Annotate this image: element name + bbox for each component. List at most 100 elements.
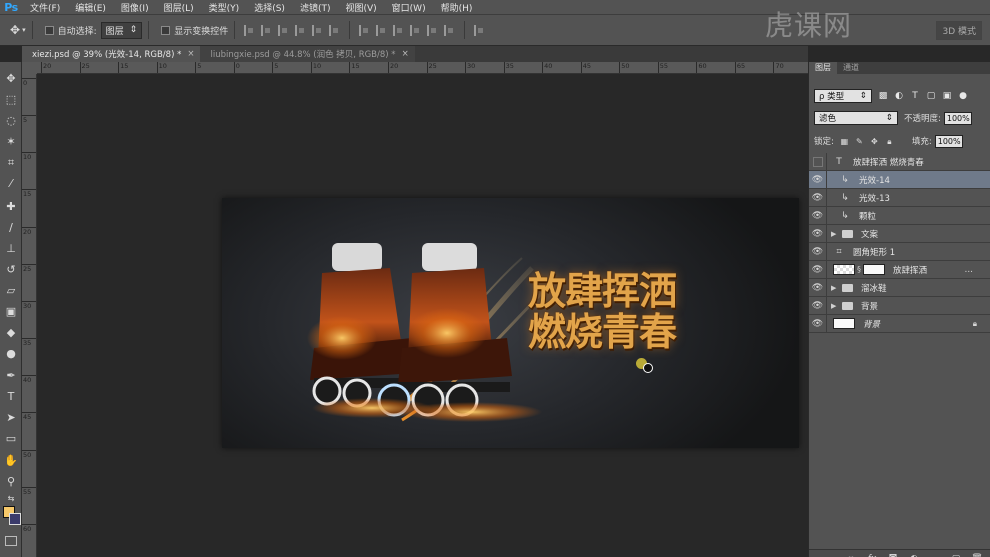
distribute-hcenter-icon[interactable] [427, 24, 438, 36]
vertical-ruler[interactable]: 0 5 10 15 20 25 30 35 40 45 50 55 60 [22, 74, 37, 557]
new-group-icon[interactable]: ▬ [929, 554, 941, 557]
quick-select-tool-icon[interactable]: ✶ [2, 133, 20, 150]
menu-select[interactable]: 选择(S) [246, 1, 292, 14]
align-left-icon[interactable] [295, 24, 306, 36]
layer-row[interactable]: 👁︎ ⌗ 圆角矩形 1 [809, 242, 990, 261]
close-icon[interactable]: × [402, 49, 409, 59]
swap-colors-icon[interactable]: ⇆ [2, 490, 20, 507]
visibility-toggle[interactable] [809, 152, 827, 171]
auto-align-icon[interactable] [474, 24, 485, 36]
lasso-tool-icon[interactable]: ◌ [2, 112, 20, 129]
menu-layer[interactable]: 图层(L) [156, 1, 201, 14]
blend-mode-dropdown[interactable]: 滤色 ⇕ [814, 111, 898, 125]
link-layers-icon[interactable]: ∞ [845, 554, 857, 557]
path-select-tool-icon[interactable]: ➤ [2, 409, 20, 426]
lock-all-icon[interactable]: 🔒︎ [885, 137, 894, 146]
brush-tool-icon[interactable]: ∕ [2, 219, 20, 236]
expand-arrow-icon[interactable]: ▶ [831, 302, 839, 310]
close-icon[interactable]: × [187, 49, 194, 59]
distribute-right-icon[interactable] [444, 24, 455, 36]
document-canvas[interactable]: 放肆挥洒 燃烧青春 [222, 198, 799, 448]
expand-arrow-icon[interactable]: ▶ [831, 230, 839, 238]
adjustment-filter-icon[interactable]: ◐ [894, 91, 904, 101]
expand-arrow-icon[interactable]: ▶ [831, 284, 839, 292]
eye-icon[interactable]: 👁︎ [809, 314, 827, 333]
fill-input[interactable]: 100% [934, 134, 963, 148]
auto-select-target-dropdown[interactable]: 图层 ⇕ [100, 21, 143, 39]
type-filter-icon[interactable]: T [910, 91, 920, 101]
lock-position-icon[interactable]: ✥ [870, 137, 879, 146]
distribute-left-icon[interactable] [410, 24, 421, 36]
trash-icon[interactable]: 🗑︎ [971, 554, 983, 557]
menu-filter[interactable]: 滤镜(T) [292, 1, 338, 14]
tab-layers[interactable]: 图层 [809, 62, 837, 74]
dodge-tool-icon[interactable]: ● [2, 345, 20, 362]
eye-icon[interactable]: 👁︎ [809, 242, 827, 261]
hand-tool-icon[interactable]: ✋ [2, 452, 20, 469]
align-bottom-icon[interactable] [278, 24, 289, 36]
menu-file[interactable]: 文件(F) [22, 1, 67, 14]
align-hcenter-icon[interactable] [312, 24, 323, 36]
gradient-tool-icon[interactable]: ▣ [2, 303, 20, 320]
layer-row[interactable]: T 放肆挥洒 燃烧青春 [809, 152, 990, 171]
marquee-tool-icon[interactable]: ⬚ [2, 91, 20, 108]
filter-toggle-icon[interactable]: ● [958, 91, 968, 101]
auto-select-checkbox[interactable]: 自动选择: [44, 24, 97, 37]
menu-edit[interactable]: 编辑(E) [67, 1, 113, 14]
layer-row[interactable]: 👁︎ ▶ 背景 [809, 296, 990, 315]
eraser-tool-icon[interactable]: ▱ [2, 282, 20, 299]
align-top-icon[interactable] [244, 24, 255, 36]
mask-thumbnail[interactable] [863, 264, 885, 275]
eye-icon[interactable]: 👁︎ [809, 188, 827, 207]
eye-icon[interactable]: 👁︎ [809, 170, 827, 189]
menu-type[interactable]: 类型(Y) [201, 1, 247, 14]
eye-icon[interactable]: 👁︎ [809, 206, 827, 225]
distribute-bottom-icon[interactable] [393, 24, 404, 36]
tab-xiezi[interactable]: xiezi.psd @ 39% (光效-14, RGB/8) * × [22, 46, 201, 62]
horizontal-ruler[interactable]: 20 25 15 10 5 0 5 10 15 20 25 30 35 40 45 50 55 60 65 70 [37, 62, 808, 74]
healing-brush-tool-icon[interactable]: ✚ [2, 198, 20, 215]
tab-liubingxie[interactable]: liubingxie.psd @ 44.8% (润色 拷贝, RGB/8) * … [200, 46, 415, 62]
background-color-swatch[interactable] [9, 513, 21, 525]
eye-icon[interactable]: 👁︎ [809, 260, 827, 279]
quick-mask-icon[interactable] [5, 536, 17, 546]
layer-row[interactable]: 👁︎ ↳ 光效-14 [809, 170, 990, 189]
opacity-input[interactable]: 100% [943, 111, 972, 125]
layer-row[interactable]: 👁︎ ▶ 溜冰鞋 [809, 278, 990, 297]
layer-row[interactable]: 👁︎ 背景 🔒︎ [809, 314, 990, 333]
eye-icon[interactable]: 👁︎ [809, 278, 827, 297]
canvas-workspace[interactable]: 放肆挥洒 燃烧青春 [37, 74, 808, 557]
layer-row[interactable]: 👁︎ § 放肆挥洒 … [809, 260, 990, 279]
move-tool-preset-button[interactable]: ✥ ▾ [10, 23, 26, 37]
3d-mode-label[interactable]: 3D 模式 [936, 20, 982, 40]
pixel-filter-icon[interactable]: ▩ [878, 91, 888, 101]
shape-tool-icon[interactable]: ▭ [2, 430, 20, 447]
history-brush-tool-icon[interactable]: ↺ [2, 261, 20, 278]
eye-icon[interactable]: 👁︎ [809, 296, 827, 315]
layer-row[interactable]: 👁︎ ↳ 光效-13 [809, 188, 990, 207]
menu-help[interactable]: 帮助(H) [433, 1, 480, 14]
lock-transparent-icon[interactable]: ▦ [840, 137, 849, 146]
menu-window[interactable]: 窗口(W) [384, 1, 433, 14]
layer-filter-dropdown[interactable]: ρ 类型 ⇕ [814, 89, 872, 103]
link-icon[interactable]: § [857, 265, 861, 274]
distribute-vcenter-icon[interactable] [376, 24, 387, 36]
tab-channels[interactable]: 通道 [837, 62, 865, 74]
layer-row[interactable]: 👁︎ ↳ 颗粒 [809, 206, 990, 225]
pen-tool-icon[interactable]: ✒ [2, 367, 20, 384]
stamp-tool-icon[interactable]: ⊥ [2, 240, 20, 257]
crop-tool-icon[interactable]: ⌗ [2, 154, 20, 171]
eye-icon[interactable]: 👁︎ [809, 224, 827, 243]
eyedropper-tool-icon[interactable]: ⁄ [2, 175, 20, 192]
add-mask-icon[interactable]: ◙ [887, 554, 899, 557]
align-vcenter-icon[interactable] [261, 24, 272, 36]
zoom-tool-icon[interactable]: ⚲ [2, 473, 20, 490]
align-right-icon[interactable] [329, 24, 340, 36]
distribute-top-icon[interactable] [359, 24, 370, 36]
layer-row[interactable]: 👁︎ ▶ 文案 [809, 224, 990, 243]
move-tool-icon[interactable]: ✥ [2, 70, 20, 87]
shape-filter-icon[interactable]: ▢ [926, 91, 936, 101]
layer-style-icon[interactable]: fx [866, 554, 878, 557]
lock-pixels-icon[interactable]: ✎ [855, 137, 864, 146]
smart-object-filter-icon[interactable]: ▣ [942, 91, 952, 101]
